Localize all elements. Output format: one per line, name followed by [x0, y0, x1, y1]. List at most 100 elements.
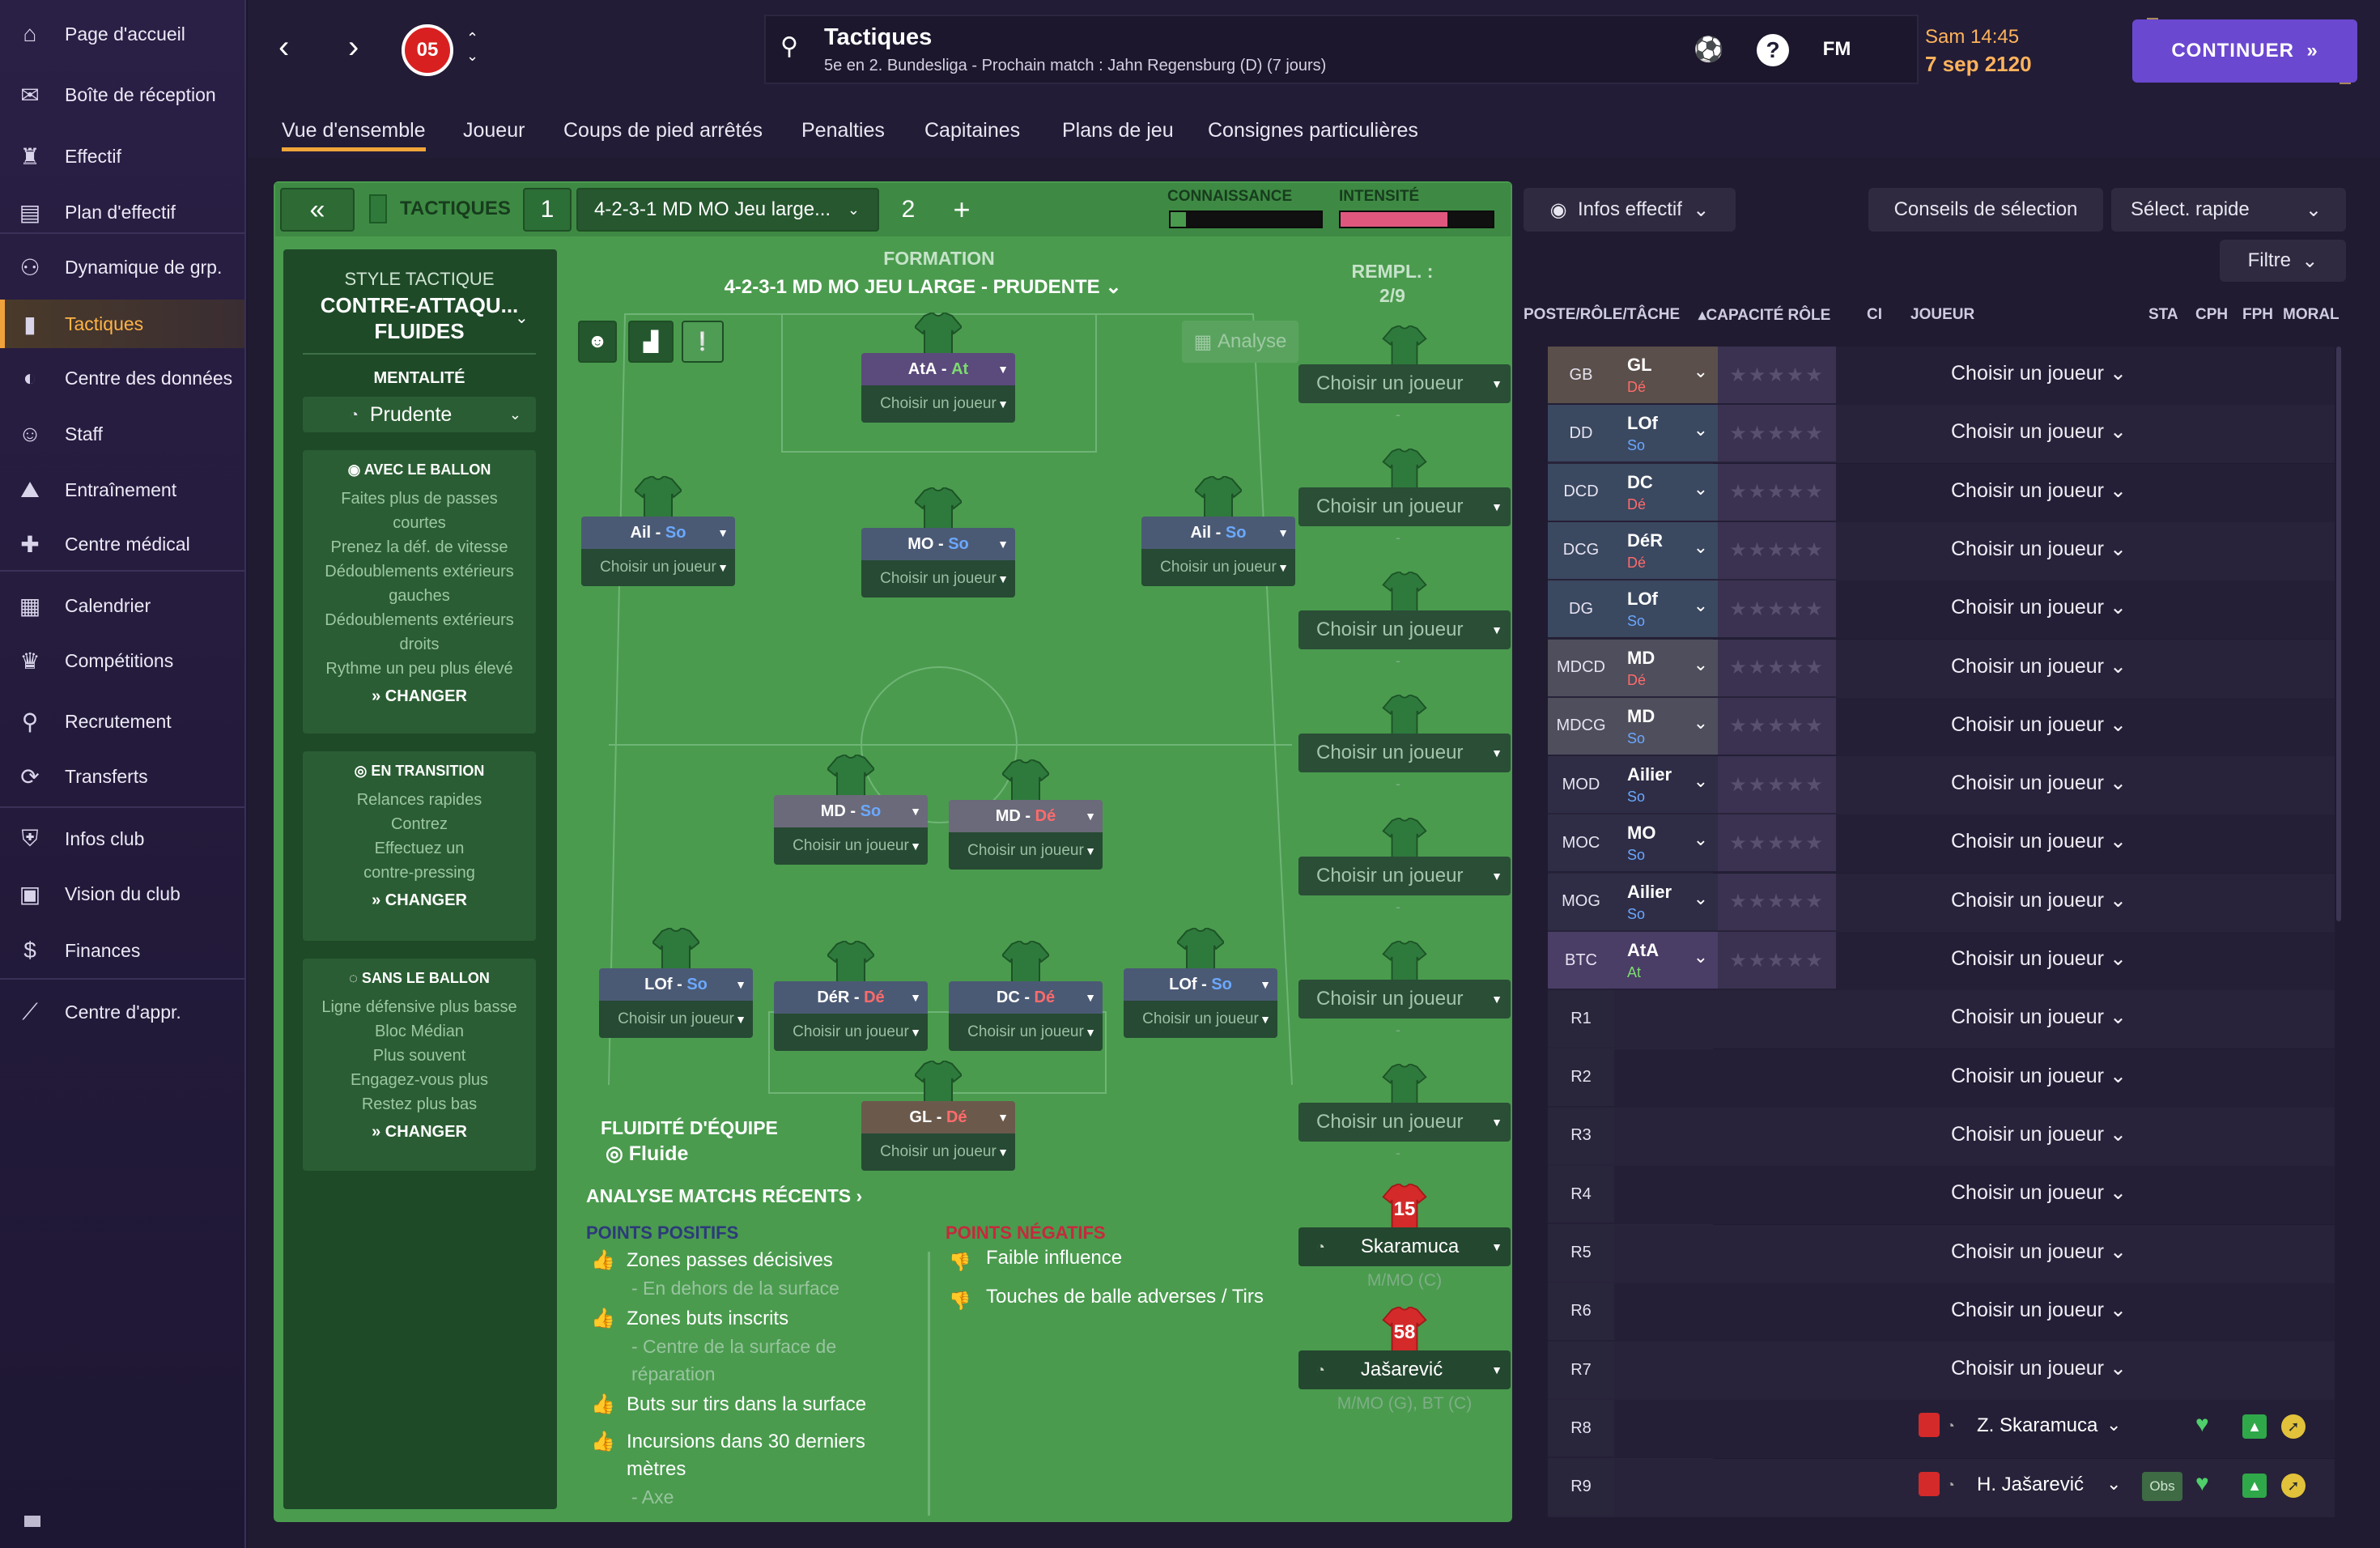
choose-sub-select[interactable]: Choisir un joueur ▼	[1298, 364, 1511, 403]
table-row[interactable]: MOD Ailier So ⌄ ★★★★★ Choisir un joueur ⌄	[1548, 756, 2335, 815]
help-icon[interactable]: ?	[1757, 34, 1789, 66]
role-select[interactable]: Ail - So ▼	[581, 517, 735, 549]
change-with-ball-button[interactable]: » CHANGER	[303, 687, 536, 706]
sub-player-select[interactable]: ◔ Skaramuca ▼	[1298, 1227, 1511, 1266]
role-select[interactable]: AtA - At ▼	[861, 353, 1015, 385]
choose-player-select[interactable]: Choisir un joueur ⌄	[1951, 1064, 2127, 1088]
filter-button[interactable]: Filtre ⌄	[2220, 240, 2346, 282]
choose-player-select[interactable]: Choisir un joueur ⌄	[1951, 888, 2127, 912]
collapse-button[interactable]: «	[280, 188, 355, 232]
choose-sub-select[interactable]: Choisir un joueur ▼	[1298, 487, 1511, 526]
choose-player-select[interactable]: Choisir un joueur ▼	[599, 1001, 753, 1038]
sidebar-item-13[interactable]: ⟳ Transferts	[0, 752, 244, 801]
sidebar-item-15[interactable]: ▣ Vision du club	[0, 870, 244, 918]
tab-2[interactable]: Coups de pied arrêtés	[563, 109, 763, 151]
table-row[interactable]: DCG DéR Dé ⌄ ★★★★★ Choisir un joueur ⌄	[1548, 521, 2335, 580]
choose-player-select[interactable]: Choisir un joueur ⌄	[1951, 1122, 2127, 1146]
col-position[interactable]: POSTE/RÔLE/TÂCHE	[1524, 306, 1680, 324]
table-row[interactable]: R6 Choisir un joueur ⌄	[1548, 1282, 2335, 1342]
club-crest-icon[interactable]: 05	[402, 24, 453, 76]
choose-sub-select[interactable]: Choisir un joueur ▼	[1298, 734, 1511, 772]
choose-player-select[interactable]: Choisir un joueur ⌄	[1951, 654, 2127, 678]
sidebar-item-5[interactable]: ▮ Tactiques	[0, 300, 244, 348]
choose-player-select[interactable]: Choisir un joueur ▼	[581, 549, 735, 586]
choose-player-select[interactable]: Choisir un joueur ⌄	[1951, 419, 2127, 444]
table-row[interactable]: R7 Choisir un joueur ⌄	[1548, 1342, 2335, 1401]
choose-player-select[interactable]: Choisir un joueur ▼	[861, 1133, 1015, 1171]
sidebar-item-3[interactable]: ▤ Plan d'effectif	[0, 188, 244, 236]
table-row[interactable]: DCD DC Dé ⌄ ★★★★★ Choisir un joueur ⌄	[1548, 463, 2335, 522]
ball-icon[interactable]: ⚽	[1690, 31, 1728, 68]
table-row[interactable]: MOG Ailier So ⌄ ★★★★★ Choisir un joueur ⌄	[1548, 873, 2335, 932]
chevron-down-icon[interactable]: ⌄	[515, 308, 529, 328]
role-cell[interactable]: DéR Dé ⌄	[1614, 521, 1718, 579]
choose-player-select[interactable]: Choisir un joueur ⌄	[1951, 829, 2127, 853]
quick-select-button[interactable]: Sélect. rapide ⌄	[2111, 188, 2346, 232]
sidebar-item-7[interactable]: ☺ Staff	[0, 410, 244, 458]
choose-player-select[interactable]: Choisir un joueur ▼	[949, 832, 1103, 870]
choose-sub-select[interactable]: Choisir un joueur ▼	[1298, 1103, 1511, 1142]
tactic-slot-2[interactable]: 2	[884, 188, 933, 232]
sidebar-item-4[interactable]: ⚇ Dynamique de grp.	[0, 243, 244, 291]
choose-player-select[interactable]: Choisir un joueur ▼	[774, 827, 928, 865]
selection-advice-button[interactable]: Conseils de sélection	[1868, 188, 2103, 232]
style-name-1[interactable]: CONTRE-ATTAQU...	[303, 293, 536, 318]
table-row[interactable]: R4 Choisir un joueur ⌄	[1548, 1166, 2335, 1225]
table-row[interactable]: MDCG MD So ⌄ ★★★★★ Choisir un joueur ⌄	[1548, 697, 2335, 756]
back-arrow-icon[interactable]: ‹	[278, 29, 289, 66]
sidebar-item-12[interactable]: ⚲ Recrutement	[0, 697, 244, 746]
squad-info-button[interactable]: ◉ Infos effectif ⌄	[1524, 188, 1736, 232]
choose-player-select[interactable]: Choisir un joueur ▼	[1141, 549, 1295, 586]
keyboard-icon[interactable]	[24, 1516, 40, 1527]
style-name-2[interactable]: FLUIDES	[303, 319, 536, 344]
choose-player-select[interactable]: Choisir un joueur ▼	[774, 1014, 928, 1051]
sidebar-item-0[interactable]: ⌂ Page d'accueil	[0, 10, 244, 58]
tab-4[interactable]: Capitaines	[924, 109, 1020, 151]
role-cell[interactable]: Ailier So ⌄	[1614, 873, 1718, 930]
choose-player-select[interactable]: Choisir un joueur ⌄	[1951, 478, 2127, 503]
sidebar-item-14[interactable]: ⛨ Infos club	[0, 814, 244, 863]
role-cell[interactable]: GL Dé ⌄	[1614, 347, 1718, 403]
instructions-view-button[interactable]: ❕	[682, 321, 724, 363]
role-select[interactable]: MO - So ▼	[861, 528, 1015, 560]
role-select[interactable]: GL - Dé ▼	[861, 1101, 1015, 1133]
sidebar-item-1[interactable]: ✉ Boîte de réception	[0, 70, 244, 119]
sidebar-item-8[interactable]: ⛰ Entraînement	[0, 466, 244, 514]
col-sta[interactable]: STA	[2148, 306, 2178, 324]
role-cell[interactable]: AtA At ⌄	[1614, 932, 1718, 989]
search-box[interactable]: ⚲ Tactiques 5e en 2. Bundesliga - Procha…	[764, 15, 1919, 84]
club-switch-icon[interactable]: ⌃ ⌄	[466, 29, 478, 65]
role-select[interactable]: MD - Dé ▼	[949, 800, 1103, 832]
choose-player-select[interactable]: Choisir un joueur ⌄	[1951, 1240, 2127, 1264]
tactic-slot-1[interactable]: 1	[523, 188, 572, 232]
row-player-name[interactable]: Z. Skaramuca	[1977, 1414, 2097, 1437]
col-role-ability[interactable]: ▴CAPACITÉ RÔLE	[1698, 306, 1830, 325]
role-cell[interactable]: MD So ⌄	[1614, 697, 1718, 755]
choose-sub-select[interactable]: Choisir un joueur ▼	[1298, 610, 1511, 649]
table-row[interactable]: BTC AtA At ⌄ ★★★★★ Choisir un joueur ⌄	[1548, 932, 2335, 990]
col-moral[interactable]: MORAL	[2283, 306, 2340, 324]
choose-player-select[interactable]: Choisir un joueur ⌄	[1951, 1298, 2127, 1322]
choose-player-select[interactable]: Choisir un joueur ▼	[861, 560, 1015, 598]
sub-player-select[interactable]: ◔ Jašarević ▼	[1298, 1350, 1511, 1389]
table-row[interactable]: R5 Choisir un joueur ⌄	[1548, 1224, 2335, 1283]
col-fph[interactable]: FPH	[2242, 306, 2273, 324]
tab-3[interactable]: Penalties	[801, 109, 885, 151]
chevron-down-icon[interactable]: ⌄	[2106, 1474, 2121, 1495]
add-tactic-button[interactable]: +	[939, 188, 984, 232]
role-cell[interactable]: LOf So ⌄	[1614, 580, 1718, 638]
choose-player-select[interactable]: Choisir un joueur ⌄	[1951, 1356, 2127, 1380]
choose-player-select[interactable]: Choisir un joueur ⌄	[1951, 946, 2127, 971]
tactic-select[interactable]: 4-2-3-1 MD MO Jeu large... ⌄	[576, 188, 879, 232]
role-select[interactable]: DéR - Dé ▼	[774, 981, 928, 1014]
role-cell[interactable]: Ailier So ⌄	[1614, 756, 1718, 814]
formation-select[interactable]: 4-2-3-1 MD MO JEU LARGE - PRUDENTE ⌄	[696, 275, 1150, 299]
tab-5[interactable]: Plans de jeu	[1062, 109, 1174, 151]
role-cell[interactable]: MO So ⌄	[1614, 814, 1718, 872]
role-cell[interactable]: MD Dé ⌄	[1614, 639, 1718, 696]
table-row[interactable]: R1 Choisir un joueur ⌄	[1548, 990, 2335, 1049]
col-ci[interactable]: CI	[1867, 306, 1882, 324]
sidebar-item-2[interactable]: ♜ Effectif	[0, 132, 244, 181]
sidebar-item-10[interactable]: ▦ Calendrier	[0, 581, 244, 630]
forward-arrow-icon[interactable]: ›	[348, 29, 359, 66]
